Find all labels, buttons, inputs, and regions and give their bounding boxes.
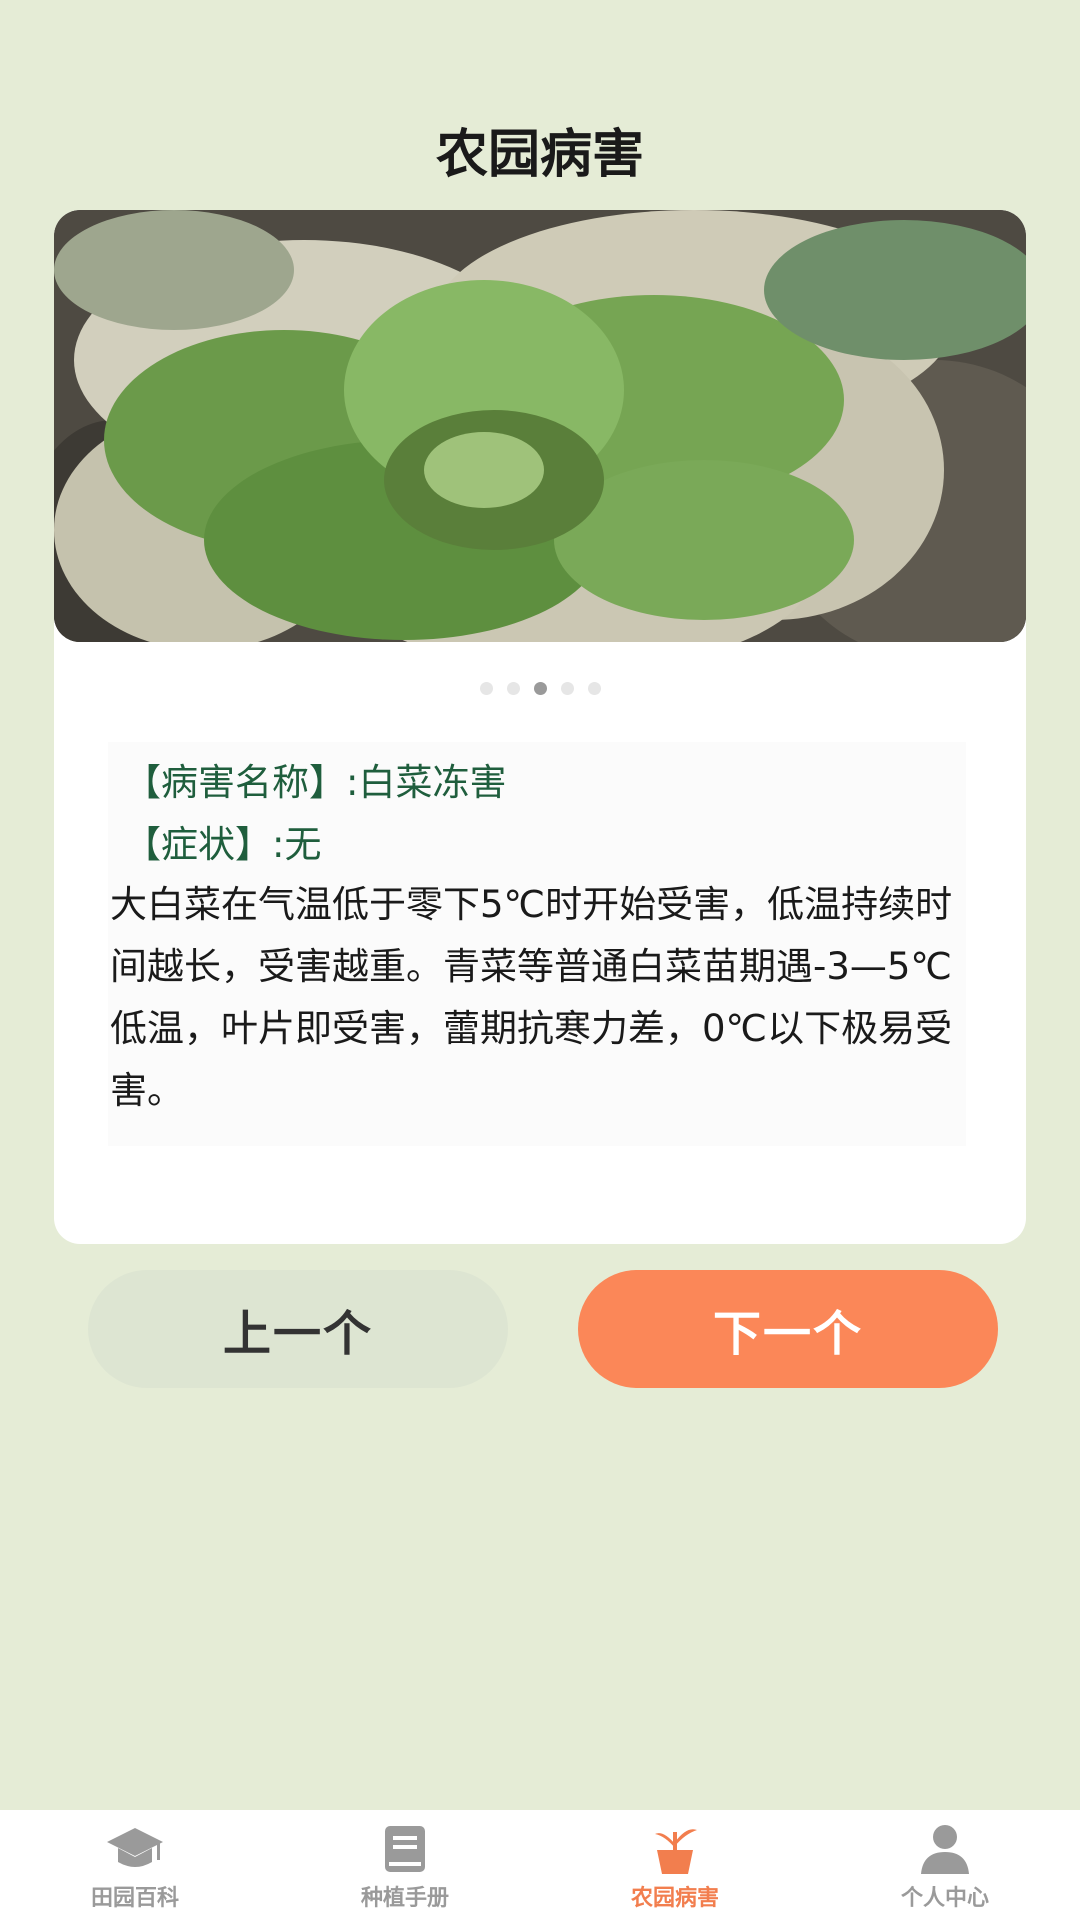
disease-photo-carousel[interactable] (54, 210, 1026, 642)
disease-symptom: 【症状】:无 (124, 823, 322, 866)
tab-label-personal-center: 个人中心 (900, 1886, 989, 1911)
cabbage-photo (54, 210, 1026, 642)
carousel-dot[interactable] (506, 682, 520, 695)
graduation-cap-icon (107, 1828, 163, 1867)
carousel-dot[interactable] (533, 682, 547, 695)
book-icon (385, 1826, 425, 1872)
bottom-tab-bar: 田园百科 种植手册 农园病害 个人中心 (0, 1810, 1080, 1920)
carousel-dot[interactable] (560, 682, 574, 695)
tab-planting-manual[interactable]: 种植手册 (270, 1810, 540, 1920)
tab-garden-disease[interactable]: 农园病害 (540, 1810, 810, 1920)
carousel-dot[interactable] (587, 682, 601, 695)
tab-label-garden-disease: 农园病害 (630, 1886, 719, 1911)
tab-personal-center[interactable]: 个人中心 (810, 1810, 1080, 1920)
page-title: 农园病害 (435, 125, 644, 185)
plant-pot-icon (655, 1829, 697, 1874)
disease-description: 大白菜在气温低于零下5℃时开始受害，低温持续时间越长，受害越重。青菜等普通白菜苗… (110, 883, 953, 1112)
next-button[interactable]: 下一个 (578, 1270, 998, 1388)
tab-label-encyclopedia: 田园百科 (90, 1886, 179, 1911)
tab-encyclopedia[interactable]: 田园百科 (0, 1810, 270, 1920)
carousel-indicator (0, 682, 1080, 695)
person-icon (921, 1825, 969, 1874)
disease-page: 农园病害 【病害名称】:白菜冻害 【症状】:无 大白菜在气温低于零下5℃时开始受… (0, 0, 1080, 1920)
prev-button[interactable]: 上一个 (88, 1270, 508, 1388)
tab-label-planting-manual: 种植手册 (360, 1886, 449, 1911)
carousel-dot[interactable] (479, 682, 493, 695)
disease-name: 【病害名称】:白菜冻害 (124, 761, 507, 804)
